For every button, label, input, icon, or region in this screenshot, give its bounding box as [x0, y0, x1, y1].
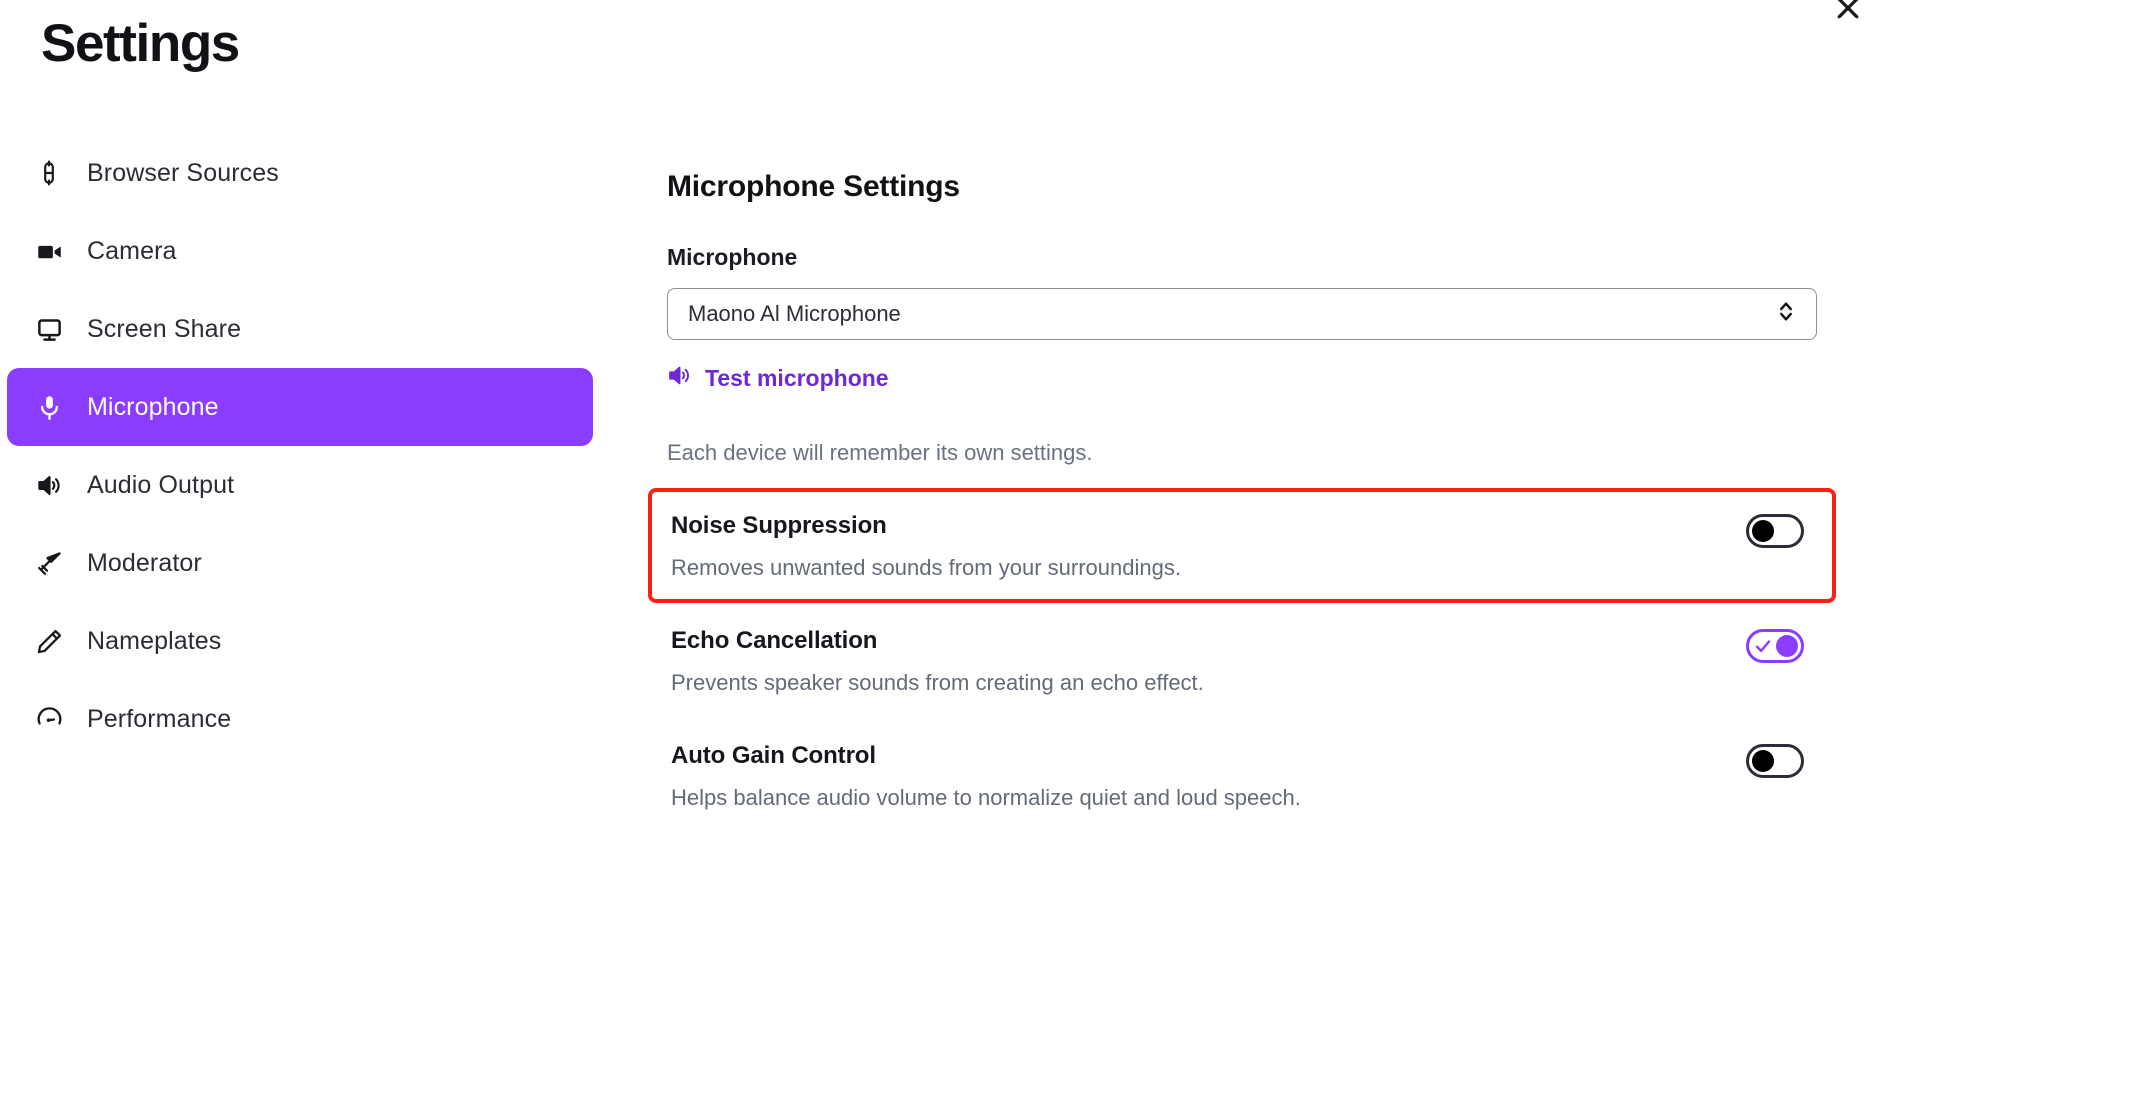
toggle-text-block: Echo Cancellation Prevents speaker sound… [671, 625, 1204, 696]
sidebar-item-audio-output[interactable]: Audio Output [7, 446, 593, 524]
device-hint-text: Each device will remember its own settin… [667, 440, 1093, 465]
auto-gain-control-switch[interactable] [1746, 744, 1804, 778]
toggle-text-block: Auto Gain Control Helps balance audio vo… [671, 740, 1301, 811]
toggle-description: Removes unwanted sounds from your surrou… [671, 555, 1181, 580]
section-title: Microphone Settings [667, 170, 960, 203]
toggle-row-auto-gain-control[interactable]: Auto Gain Control Helps balance audio vo… [648, 718, 1836, 833]
sidebar-item-label: Browser Sources [87, 158, 279, 187]
sidebar-item-label: Audio Output [87, 470, 235, 499]
sidebar-item-label: Camera [87, 236, 177, 265]
toggle-title: Noise Suppression [671, 512, 887, 539]
microphone-settings-panel: Microphone Settings Microphone Maono Al … [648, 170, 1847, 833]
test-microphone-label: Test microphone [705, 364, 889, 391]
audio-toggle-list: Noise Suppression Removes unwanted sound… [648, 488, 1847, 833]
sidebar-item-screen-share[interactable]: Screen Share [7, 290, 593, 368]
gauge-icon [33, 703, 65, 735]
sidebar-item-label: Nameplates [87, 626, 222, 655]
microphone-select[interactable]: Maono Al Microphone [667, 288, 1817, 340]
toggle-row-echo-cancellation[interactable]: Echo Cancellation Prevents speaker sound… [648, 603, 1836, 718]
close-button[interactable] [1822, 0, 1874, 34]
toggle-title: Auto Gain Control [671, 742, 876, 769]
sidebar-item-performance[interactable]: Performance [7, 680, 593, 758]
settings-sidebar: Browser Sources Camera Screen Share Micr… [0, 134, 600, 758]
speaker-wave-icon [667, 363, 692, 393]
sidebar-item-label: Performance [87, 704, 232, 733]
sidebar-item-camera[interactable]: Camera [7, 212, 593, 290]
toggle-description: Helps balance audio volume to normalize … [671, 785, 1301, 810]
video-camera-icon [33, 235, 65, 267]
sidebar-item-moderator[interactable]: Moderator [7, 524, 593, 602]
toggle-text-block: Noise Suppression Removes unwanted sound… [671, 510, 1181, 581]
close-icon [1833, 0, 1863, 23]
microphone-field-label: Microphone [667, 244, 798, 270]
speaker-icon [33, 469, 65, 501]
sword-icon [33, 547, 65, 579]
pencil-icon [33, 625, 65, 657]
toggle-row-noise-suppression[interactable]: Noise Suppression Removes unwanted sound… [648, 488, 1836, 603]
sidebar-item-label: Moderator [87, 548, 202, 577]
link-icon [33, 157, 65, 189]
check-icon [1754, 637, 1772, 655]
sidebar-item-label: Screen Share [87, 314, 242, 343]
echo-cancellation-switch[interactable] [1746, 629, 1804, 663]
settings-modal: Settings Browser Sources Camera Screen S… [0, 0, 2129, 1094]
sidebar-item-label: Microphone [87, 392, 219, 421]
sidebar-item-browser-sources[interactable]: Browser Sources [7, 134, 593, 212]
microphone-icon [33, 391, 65, 423]
noise-suppression-switch[interactable] [1746, 514, 1804, 548]
sidebar-item-microphone[interactable]: Microphone [7, 368, 593, 446]
microphone-select-wrapper: Maono Al Microphone [667, 288, 1817, 340]
sidebar-item-nameplates[interactable]: Nameplates [7, 602, 593, 680]
test-microphone-button[interactable]: Test microphone [667, 363, 889, 393]
page-title: Settings [41, 14, 240, 73]
toggle-description: Prevents speaker sounds from creating an… [671, 670, 1204, 695]
monitor-icon [33, 313, 65, 345]
toggle-title: Echo Cancellation [671, 627, 878, 654]
